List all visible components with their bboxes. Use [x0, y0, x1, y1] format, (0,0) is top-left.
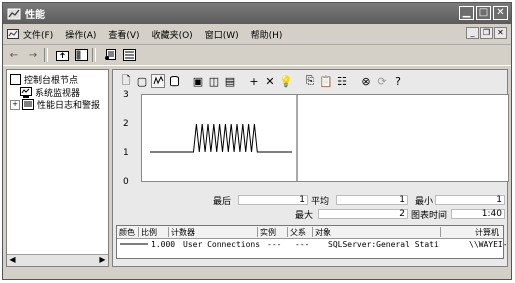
y-tick-label: 3 — [123, 90, 129, 100]
legend-header-instance[interactable]: 实例 — [258, 227, 288, 237]
tree-item-performance-logs[interactable]: + 性能日志和警报 — [10, 98, 100, 111]
update-data-icon[interactable]: ⟳ — [375, 74, 389, 88]
legend-header-parent[interactable]: 父系 — [288, 227, 313, 237]
average-value: 1 — [336, 195, 408, 205]
console-tree: 控制台根节点 系统监视器 + 性能日志和警报 ◀ ▶ — [6, 69, 109, 267]
legend-computer: \\WAYEI- — [469, 240, 508, 249]
close-button[interactable]: ✕ — [493, 6, 508, 20]
series-line-user-connections — [150, 123, 293, 153]
minimum-value: 1 — [435, 195, 505, 205]
clear-display-icon[interactable]: ▢ — [135, 74, 149, 88]
duration-value: 1:40 — [451, 209, 505, 219]
title-bar: 性能 ▁ □ ✕ — [3, 3, 511, 24]
system-monitor-pane: 🗋 ▢ ▣ ◫ ▤ + ✕ 💡 ⎘ 📋 ☷ ⊗ ⟳ ? 3 2 1 0 最后 1… — [112, 69, 509, 267]
legend-header-scale[interactable]: 比例 — [139, 227, 169, 237]
menu-help[interactable]: 帮助(H) — [251, 28, 283, 41]
toolbar-separator — [351, 74, 357, 88]
paste-counter-list-icon[interactable]: 📋 — [319, 74, 333, 88]
tree-item-label: 性能日志和警报 — [37, 101, 101, 111]
forward-arrow-icon[interactable]: → — [25, 47, 41, 63]
view-graph-icon[interactable]: ▣ — [191, 74, 205, 88]
average-label: 平均 — [311, 197, 330, 207]
delete-counter-icon[interactable]: ✕ — [263, 74, 277, 88]
scroll-right-icon[interactable]: ▶ — [97, 255, 108, 266]
window-title: 性能 — [25, 10, 45, 21]
performance-window: 性能 ▁ □ ✕ 文件(F) 操作(A) 查看(V) 收藏夹(O) 窗口(W) … — [2, 2, 512, 280]
legend-header-counter[interactable]: 计数器 — [169, 227, 258, 237]
tree-item-label: 控制台根节点 — [24, 76, 79, 86]
child-minimize-button[interactable]: _ — [466, 27, 479, 39]
y-tick-label: 1 — [123, 148, 129, 158]
chart-svg — [150, 95, 298, 181]
toolbar-separator — [44, 48, 48, 62]
maximize-button[interactable]: □ — [476, 6, 491, 20]
toolbar-separator — [92, 48, 96, 62]
y-tick-label: 0 — [123, 177, 129, 187]
statistics-bar: 最后 1 平均 1 最小 1 最大 2 图表时间 1:40 — [113, 194, 507, 221]
performance-logs-icon — [22, 99, 34, 110]
legend-counter: User Connections — [183, 240, 261, 249]
tree-item-console-root[interactable]: 控制台根节点 — [10, 73, 78, 86]
highlight-icon[interactable]: 💡 — [279, 74, 293, 88]
help-icon[interactable]: ? — [391, 74, 405, 88]
standard-toolbar: ← → — [3, 44, 511, 66]
view-report-icon[interactable]: ▤ — [223, 74, 237, 88]
last-value: 1 — [238, 195, 308, 205]
view-log-data-icon[interactable] — [167, 74, 181, 88]
system-monitor-icon — [20, 87, 32, 98]
folder-icon — [10, 74, 21, 85]
maximum-value: 2 — [318, 209, 408, 219]
back-arrow-icon[interactable]: ← — [6, 47, 22, 63]
legend-header-computer[interactable]: 计算机 — [441, 227, 503, 237]
last-label: 最后 — [213, 197, 232, 207]
legend-header: 颜色 比例 计数器 实例 父系 对象 计算机 — [117, 226, 503, 239]
chart-plot-area — [141, 94, 509, 182]
duration-label: 图表时间 — [411, 211, 448, 221]
menu-action[interactable]: 操作(A) — [65, 28, 96, 41]
export-list-icon[interactable] — [121, 47, 137, 63]
legend-scale: 1.000 — [151, 240, 176, 249]
main-area: 控制台根节点 系统监视器 + 性能日志和警报 ◀ ▶ 🗋 ▢ ▣ ◫ ▤ + ✕… — [6, 69, 509, 267]
menu-favorites[interactable]: 收藏夹(O) — [152, 28, 193, 41]
tree-horizontal-scrollbar[interactable]: ◀ ▶ — [7, 254, 108, 266]
legend-color-swatch — [120, 243, 148, 245]
legend-header-color[interactable]: 颜色 — [117, 227, 139, 237]
properties-icon[interactable]: ☷ — [335, 74, 349, 88]
view-current-activity-icon[interactable] — [151, 74, 165, 88]
legend-header-object[interactable]: 对象 — [313, 227, 441, 237]
expand-plus-icon[interactable]: + — [10, 99, 20, 110]
show-tree-icon[interactable] — [73, 47, 89, 63]
legend-row[interactable]: 1.000 User Connections --- --- SQLServer… — [117, 239, 508, 249]
child-restore-button[interactable]: ❐ — [480, 27, 493, 39]
view-histogram-icon[interactable]: ◫ — [207, 74, 221, 88]
system-monitor-toolbar: 🗋 ▢ ▣ ◫ ▤ + ✕ 💡 ⎘ 📋 ☷ ⊗ ⟳ ? — [119, 72, 405, 90]
counter-legend: 颜色 比例 计数器 实例 父系 对象 计算机 1.000 User Connec… — [116, 225, 508, 259]
minimum-label: 最小 — [415, 197, 434, 207]
toolbar-separator — [239, 74, 245, 88]
toolbar-separator — [183, 74, 189, 88]
freeze-display-icon[interactable]: ⊗ — [359, 74, 373, 88]
performance-chart: 3 2 1 0 — [113, 90, 509, 187]
legend-instance: --- — [267, 240, 282, 249]
properties-icon[interactable] — [102, 47, 118, 63]
add-counter-icon[interactable]: + — [247, 74, 261, 88]
legend-object: SQLServer:General Stati... — [328, 240, 440, 249]
copy-properties-icon[interactable]: ⎘ — [303, 74, 317, 88]
performance-app-icon — [7, 8, 21, 19]
console-icon[interactable] — [7, 28, 19, 40]
child-close-button[interactable]: ✕ — [494, 27, 507, 39]
scroll-left-icon[interactable]: ◀ — [7, 255, 18, 266]
toolbar-separator — [295, 74, 301, 88]
maximum-label: 最大 — [295, 211, 314, 221]
up-folder-icon[interactable] — [54, 47, 70, 63]
new-counter-set-icon[interactable]: 🗋 — [119, 74, 133, 88]
menu-file[interactable]: 文件(F) — [23, 28, 53, 41]
menu-bar: 文件(F) 操作(A) 查看(V) 收藏夹(O) 窗口(W) 帮助(H) _ ❐… — [3, 25, 511, 43]
menu-view[interactable]: 查看(V) — [108, 28, 139, 41]
legend-parent: --- — [295, 240, 310, 249]
minimize-button[interactable]: ▁ — [459, 6, 474, 20]
y-tick-label: 2 — [123, 119, 129, 129]
menu-window[interactable]: 窗口(W) — [205, 28, 239, 41]
